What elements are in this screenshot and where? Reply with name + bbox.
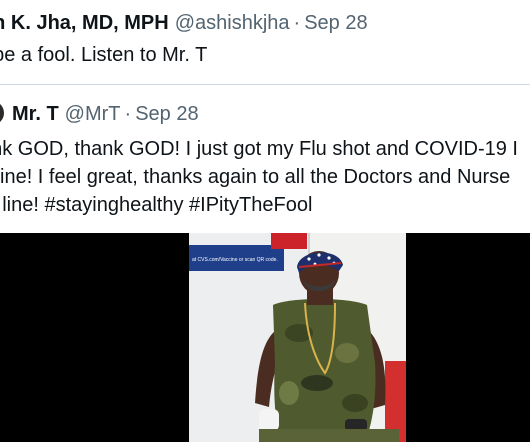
- quoted-text-line: ank GOD, thank GOD! I just got my Flu sh…: [0, 138, 518, 160]
- outer-tweet-text: t be a fool. Listen to Mr. T: [0, 44, 208, 66]
- outer-author-handle[interactable]: @ashishkjha: [175, 12, 290, 34]
- separator-dot: ·: [124, 103, 132, 125]
- quoted-tweet-text: ank GOD, thank GOD! I just got my Flu sh…: [0, 135, 530, 219]
- sign-text: at CVS.com/Vaccine or scan QR code.: [192, 257, 278, 263]
- quoted-text-line: ccine! I feel great, thanks again to all…: [0, 166, 511, 188]
- tweet-screenshot: sh K. Jha, MD, MPH @ashishkjha · Sep 28 t b…: [0, 0, 530, 442]
- quoted-author-handle[interactable]: @MrT: [65, 103, 121, 125]
- quoted-text-line: nt line! #stayinghealthy #IPityTheFool: [0, 194, 313, 216]
- quoted-tweet-date[interactable]: Sep 28: [135, 103, 198, 125]
- photo-illustration: at CVS.com/Vaccine or scan QR code.: [189, 233, 406, 442]
- tweet-media[interactable]: at CVS.com/Vaccine or scan QR code.: [0, 233, 530, 442]
- quoted-tweet-header: Mr. T @MrT · Sep 28: [0, 101, 199, 127]
- quoted-author-avatar[interactable]: [0, 101, 4, 125]
- media-photo[interactable]: at CVS.com/Vaccine or scan QR code.: [189, 233, 406, 442]
- outer-tweet[interactable]: sh K. Jha, MD, MPH @ashishkjha · Sep 28 t b…: [0, 0, 530, 84]
- separator-dot: ·: [293, 12, 301, 34]
- quoted-author-name[interactable]: Mr. T: [12, 103, 59, 125]
- outer-author-name[interactable]: sh K. Jha, MD, MPH: [0, 12, 169, 34]
- outer-tweet-header: sh K. Jha, MD, MPH @ashishkjha · Sep 28: [0, 10, 368, 36]
- outer-tweet-date[interactable]: Sep 28: [304, 12, 367, 34]
